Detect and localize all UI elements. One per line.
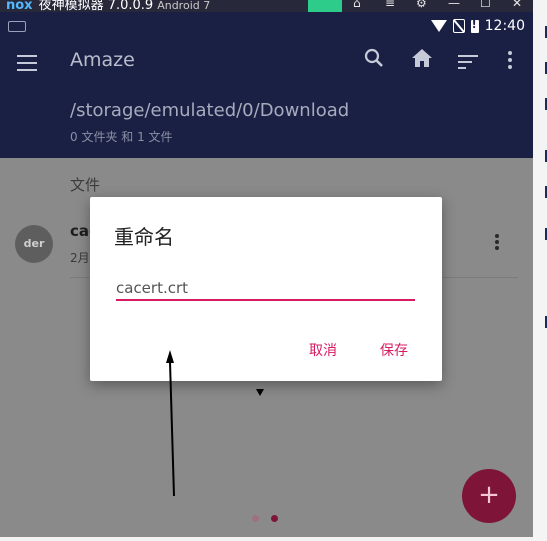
annotation-arrow	[166, 350, 175, 497]
mouse-cursor-icon	[256, 389, 264, 396]
